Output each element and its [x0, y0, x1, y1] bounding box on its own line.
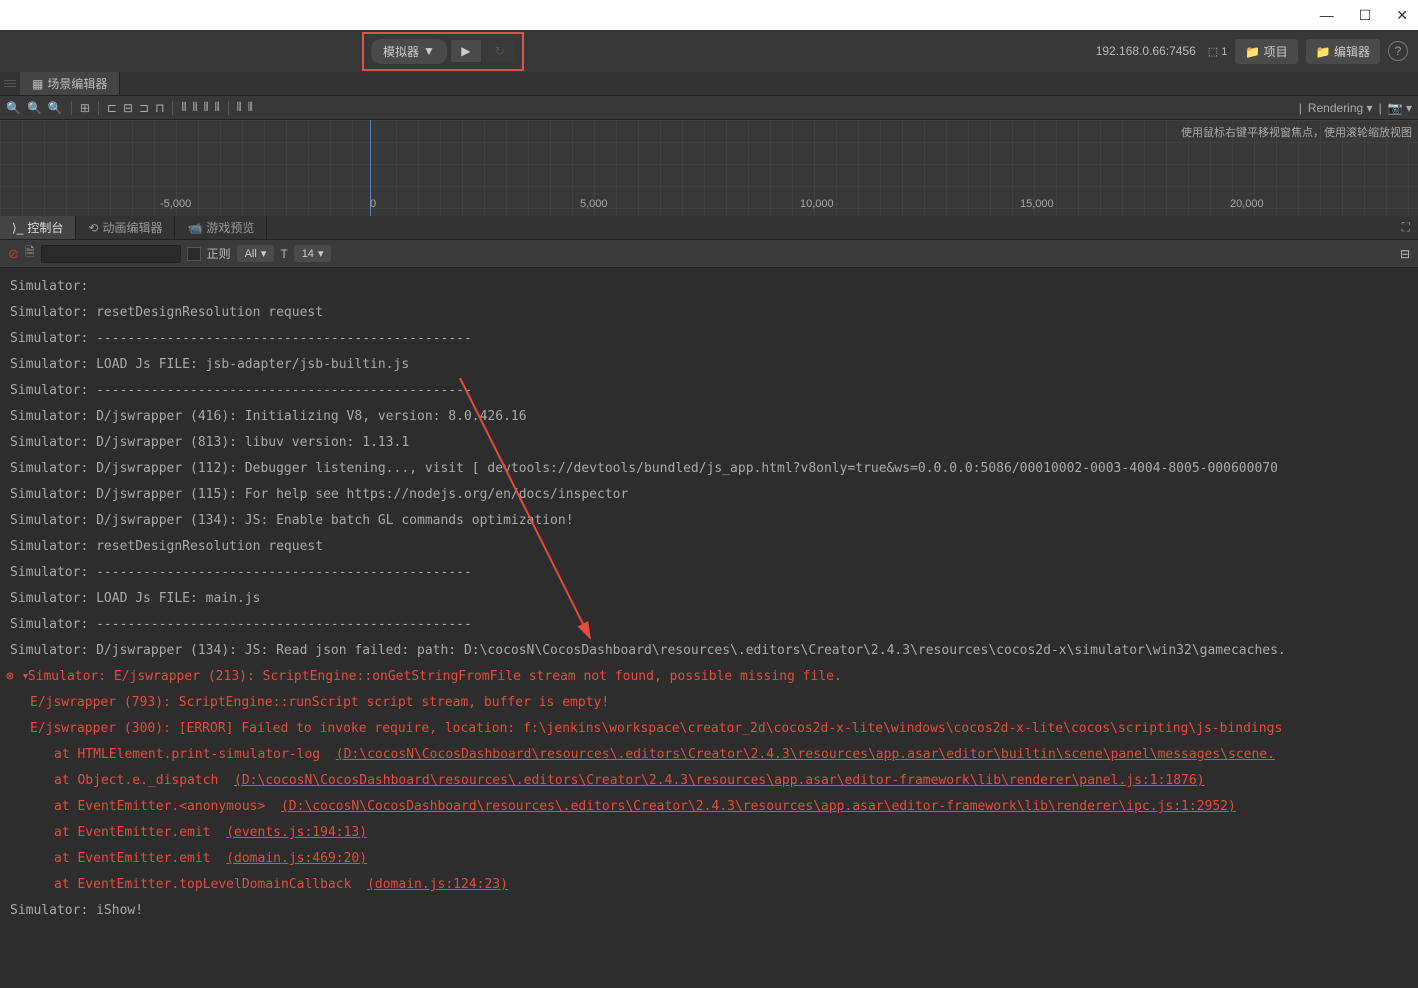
log-line: Simulator: iShow!	[10, 898, 1408, 924]
distrib-icon[interactable]: ⫴	[193, 100, 198, 115]
regex-label: 正则	[207, 245, 231, 262]
log-line: Simulator: -----------------------------…	[10, 612, 1408, 638]
log-line: Simulator: -----------------------------…	[10, 326, 1408, 352]
minimize-icon[interactable]: —	[1320, 7, 1334, 23]
stack-line: at EventEmitter.emit (domain.js:469:20)	[10, 846, 1408, 872]
scene-canvas[interactable]: 使用鼠标右键平移视窗焦点，使用滚轮缩放视图 -5,000 0 5,000 10,…	[0, 120, 1418, 216]
stack-link[interactable]: (D:\cocosN\CocosDashboard\resources\.edi…	[234, 773, 1205, 788]
collapse-icon[interactable]: ⊟	[1400, 247, 1410, 261]
log-line: Simulator: D/jswrapper (416): Initializi…	[10, 404, 1408, 430]
tab-scene-editor[interactable]: ▦ 场景编辑器	[20, 72, 120, 95]
log-line: Simulator: D/jswrapper (134): JS: Enable…	[10, 508, 1408, 534]
doc-icon[interactable]: 🗎	[25, 243, 35, 264]
log-line: Simulator: -----------------------------…	[10, 378, 1408, 404]
console-filter-bar: ⊘ 🗎 正则 All▾ T 14▾ ⊟	[0, 240, 1418, 268]
wifi-icon: ⬚ 1	[1208, 45, 1228, 58]
align-left-icon[interactable]: ⊏	[107, 101, 117, 115]
stack-link[interactable]: (domain.js:469:20)	[226, 851, 367, 866]
maximize-icon[interactable]: ☐	[1359, 7, 1372, 24]
chevron-down-icon: ▾	[318, 247, 324, 260]
expand-icon[interactable]: ⛶	[1394, 216, 1418, 239]
log-line: Simulator: D/jswrapper (134): JS: Read j…	[10, 638, 1408, 664]
camera-icon[interactable]: 📷 ▾	[1388, 101, 1412, 115]
simulator-dropdown[interactable]: 模拟器 ▼	[371, 39, 447, 64]
project-button[interactable]: 📁 项目	[1235, 39, 1297, 64]
animation-icon: ⟲	[88, 221, 98, 235]
zoom-reset-icon[interactable]: 🔍	[48, 101, 63, 115]
help-button[interactable]: ?	[1388, 41, 1408, 61]
fontsize-select[interactable]: 14▾	[294, 245, 332, 262]
folder-icon: 📁	[1316, 45, 1331, 59]
log-line: Simulator: LOAD Js FILE: main.js	[10, 586, 1408, 612]
zoom-in-icon[interactable]: 🔍	[6, 101, 21, 115]
tab-preview[interactable]: 📹 游戏预览	[175, 216, 267, 239]
filter-input[interactable]	[41, 245, 181, 263]
ruler: -5,000 0 5,000 10,000 15,000 20,000	[0, 198, 1418, 216]
log-line: Simulator: resetDesignResolution request	[10, 300, 1408, 326]
folder-icon: 📁	[1245, 45, 1260, 59]
stack-line: at EventEmitter.topLevelDomainCallback (…	[10, 872, 1408, 898]
tool-icon[interactable]: ⊞	[80, 101, 90, 115]
top-toolbar: 模拟器 ▼ ▶ ↻ 192.168.0.66:7456 ⬚ 1 📁 项目 📁 编…	[0, 30, 1418, 72]
text-size-icon: T	[280, 247, 287, 261]
ip-address: 192.168.0.66:7456	[1096, 44, 1196, 58]
log-error-line: E/jswrapper (300): [ERROR] Failed to inv…	[10, 716, 1408, 742]
align-top-icon[interactable]: ⊓	[155, 101, 164, 115]
log-line: Simulator: -----------------------------…	[10, 560, 1408, 586]
tab-console[interactable]: ⟩_ 控制台	[0, 216, 76, 239]
console-output[interactable]: Simulator: Simulator: resetDesignResolut…	[0, 268, 1418, 968]
stack-line: at EventEmitter.<anonymous> (D:\cocosN\C…	[10, 794, 1408, 820]
error-icon: ⊗ ▾	[6, 664, 20, 690]
stack-link[interactable]: (D:\cocosN\CocosDashboard\resources\.edi…	[336, 747, 1275, 762]
align-center-icon[interactable]: ⊟	[123, 101, 133, 115]
stack-link[interactable]: (D:\cocosN\CocosDashboard\resources\.edi…	[281, 799, 1236, 814]
play-icon: ▶	[461, 44, 470, 58]
scene-tab-strip: ▦ 场景编辑器	[0, 72, 1418, 96]
distrib-icon[interactable]: ⫴	[181, 100, 186, 115]
chevron-down-icon: ▼	[423, 44, 435, 58]
log-line: Simulator: D/jswrapper (112): Debugger l…	[10, 456, 1408, 482]
log-line: Simulator: LOAD Js FILE: jsb-adapter/jsb…	[10, 352, 1408, 378]
log-line: Simulator: D/jswrapper (813): libuv vers…	[10, 430, 1408, 456]
distrib-icon[interactable]: ⫴	[204, 100, 209, 115]
distrib-icon[interactable]: ⫴	[215, 100, 220, 115]
zoom-out-icon[interactable]: 🔍	[27, 101, 42, 115]
log-error-line: E/jswrapper (793): ScriptEngine::runScri…	[10, 690, 1408, 716]
play-button[interactable]: ▶	[451, 40, 481, 62]
rendering-dropdown[interactable]: Rendering ▾	[1308, 101, 1373, 115]
stack-line: at HTMLElement.print-simulator-log (D:\c…	[10, 742, 1408, 768]
simulator-label: 模拟器	[383, 43, 419, 60]
stack-link[interactable]: (domain.js:124:23)	[367, 877, 508, 892]
reload-icon: ↻	[495, 44, 505, 58]
distrib-icon[interactable]: ⫴	[237, 100, 242, 115]
align-right-icon[interactable]: ⊐	[139, 101, 149, 115]
log-line: Simulator:	[10, 274, 1408, 300]
stack-line: at Object.e._dispatch (D:\cocosN\CocosDa…	[10, 768, 1408, 794]
tab-animation[interactable]: ⟲ 动画编辑器	[76, 216, 175, 239]
close-icon[interactable]: ✕	[1396, 7, 1408, 24]
scene-icon: ▦	[32, 77, 43, 91]
log-error-line: ⊗ ▾ Simulator: E/jswrapper (213): Script…	[10, 664, 1408, 690]
clear-icon[interactable]: ⊘	[8, 246, 19, 262]
console-tab-strip: ⟩_ 控制台 ⟲ 动画编辑器 📹 游戏预览 ⛶	[0, 216, 1418, 240]
distrib-icon[interactable]: ⫴	[248, 100, 253, 115]
console-icon: ⟩_	[12, 221, 23, 235]
preview-icon: 📹	[187, 221, 202, 235]
simulator-controls-highlight: 模拟器 ▼ ▶ ↻	[362, 32, 524, 71]
canvas-hint: 使用鼠标右键平移视窗焦点，使用滚轮缩放视图	[1181, 124, 1412, 140]
chevron-down-icon: ▾	[261, 247, 267, 260]
reload-button[interactable]: ↻	[485, 40, 515, 62]
drag-handle-icon[interactable]	[0, 72, 20, 95]
window-titlebar: — ☐ ✕	[0, 0, 1418, 30]
regex-checkbox[interactable]	[187, 247, 201, 261]
editor-button[interactable]: 📁 编辑器	[1306, 39, 1380, 64]
level-select[interactable]: All▾	[237, 245, 275, 262]
scene-toolbar: 🔍 🔍 🔍 ⊞ ⊏ ⊟ ⊐ ⊓ ⫴ ⫴ ⫴ ⫴ ⫴ ⫴ | Rendering …	[0, 96, 1418, 120]
log-line: Simulator: D/jswrapper (115): For help s…	[10, 482, 1408, 508]
stack-line: at EventEmitter.emit (events.js:194:13)	[10, 820, 1408, 846]
log-line: Simulator: resetDesignResolution request	[10, 534, 1408, 560]
stack-link[interactable]: (events.js:194:13)	[226, 825, 367, 840]
